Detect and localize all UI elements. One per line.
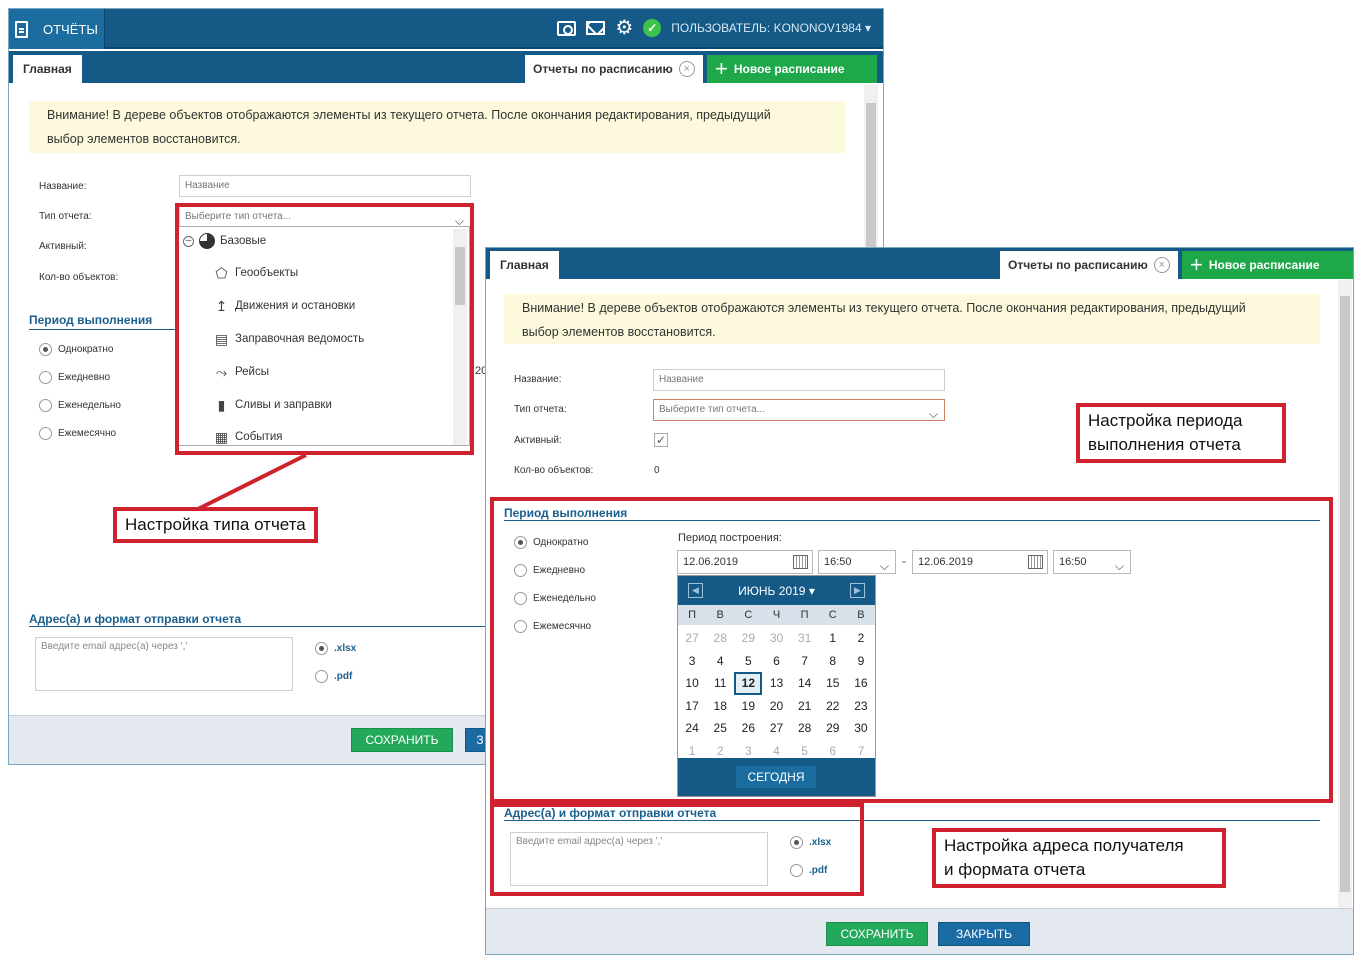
active-checkbox[interactable]: ✓ — [654, 433, 668, 447]
notice-line-1: Внимание! В дереве объектов отображаются… — [522, 301, 1246, 315]
scrollbar[interactable] — [1338, 280, 1352, 908]
notice-line-2: выбор элементов восстановится. — [522, 325, 716, 339]
annotation-text: выполнения отчета — [1088, 435, 1241, 454]
notice-banner: Внимание! В дереве объектов отображаются… — [504, 294, 1320, 344]
save-button[interactable]: СОХРАНИТЬ — [826, 922, 928, 946]
tab-bar: Главная Отчеты по расписанию × + Новое р… — [486, 248, 1353, 279]
tab-schedule-label: Отчеты по расписанию — [1008, 258, 1148, 272]
annotation-label-address: Настройка адреса получателя и формата от… — [932, 828, 1226, 888]
annotation-frame-address — [490, 803, 864, 896]
close-button[interactable]: ЗАКРЫТЬ — [938, 922, 1030, 946]
tab-new-schedule[interactable]: + Новое расписание — [1182, 251, 1353, 279]
annotation-frame-period — [490, 497, 1333, 803]
type-label: Тип отчета: — [514, 404, 567, 415]
annotation-text: и формата отчета — [944, 860, 1086, 879]
active-label: Активный: — [514, 435, 562, 446]
type-select-value: Выберите тип отчета... — [659, 404, 766, 415]
count-value: 0 — [654, 465, 660, 476]
annotation-label-type: Настройка типа отчета — [113, 507, 318, 543]
close-icon[interactable]: × — [1153, 257, 1170, 273]
tab-main[interactable]: Главная — [490, 251, 559, 279]
scrollbar-thumb[interactable] — [1340, 296, 1350, 892]
tab-new-label: Новое расписание — [1208, 258, 1320, 272]
tab-schedule[interactable]: Отчеты по расписанию × — [1000, 251, 1178, 279]
count-label: Кол-во объектов: — [514, 465, 594, 476]
annotation-text: Настройка периода — [1088, 411, 1243, 430]
plus-icon: + — [1190, 252, 1203, 277]
name-label: Название: — [514, 374, 562, 385]
type-select[interactable]: Выберите тип отчета... ⌵ — [653, 399, 945, 421]
annotation-text: Настройка адреса получателя — [944, 836, 1184, 855]
chevron-down-icon: ⌵ — [928, 407, 938, 421]
annotation-label-period: Настройка периода выполнения отчета — [1076, 403, 1286, 463]
name-input[interactable]: Название — [653, 369, 945, 391]
